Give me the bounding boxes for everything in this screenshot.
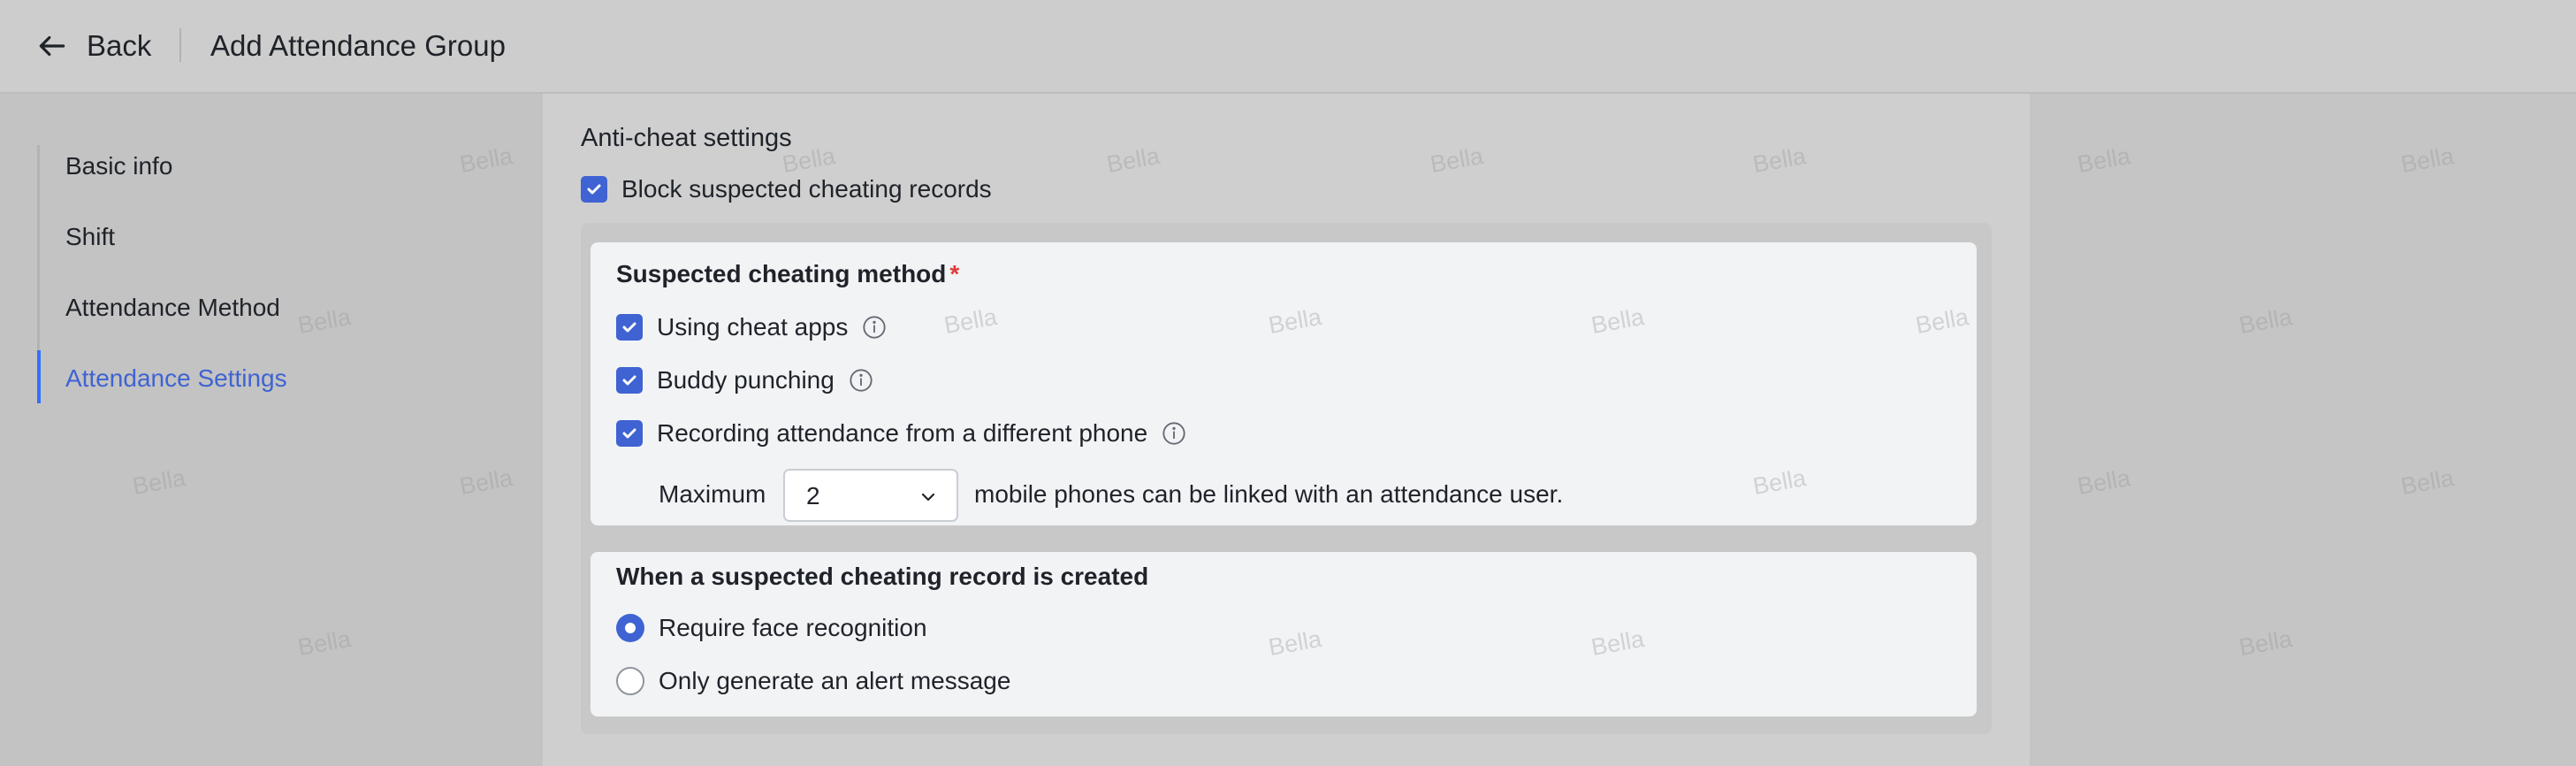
- block-cheating-checkbox[interactable]: [581, 176, 607, 203]
- check-icon: [622, 375, 636, 386]
- section-title: Anti-cheat settings: [581, 124, 792, 152]
- info-icon[interactable]: [849, 368, 873, 393]
- cheating-action-title: When a suspected cheating record is crea…: [616, 563, 1149, 590]
- max-phones-select[interactable]: 2: [783, 469, 958, 522]
- block-cheating-checkbox-row[interactable]: Block suspected cheating records: [581, 175, 992, 203]
- page-title: Add Attendance Group: [210, 29, 506, 62]
- header-divider: [179, 28, 181, 62]
- back-button[interactable]: Back: [35, 25, 151, 67]
- option-face-recognition[interactable]: Require face recognition: [616, 614, 927, 642]
- right-panel: [2030, 94, 2576, 766]
- chevron-down-icon: [921, 493, 935, 502]
- nav-active-indicator: [37, 350, 41, 403]
- nav-item-shift[interactable]: Shift: [65, 223, 115, 251]
- cheat-apps-label: Using cheat apps: [657, 313, 849, 341]
- top-bar: Back Add Attendance Group: [0, 0, 2576, 94]
- different-phone-label: Recording attendance from a different ph…: [657, 419, 1148, 447]
- info-icon[interactable]: [1162, 421, 1186, 446]
- cheating-method-title: Suspected cheating method *: [616, 260, 959, 288]
- max-phones-value: 2: [806, 482, 820, 509]
- buddy-punching-checkbox[interactable]: [616, 367, 643, 394]
- buddy-punching-label: Buddy punching: [657, 366, 835, 394]
- check-icon: [587, 184, 601, 195]
- maximum-label-text: Maximum: [659, 480, 766, 508]
- maximum-label: Maximum: [659, 480, 766, 509]
- different-phone-checkbox[interactable]: [616, 420, 643, 447]
- side-nav: Basic info Shift Attendance Method Atten…: [0, 94, 543, 766]
- maximum-suffix-text: mobile phones can be linked with an atte…: [974, 480, 1564, 508]
- nav-item-attendance-method[interactable]: Attendance Method: [65, 294, 280, 322]
- face-recognition-label: Require face recognition: [659, 614, 927, 641]
- alert-message-radio[interactable]: [616, 667, 644, 695]
- maximum-suffix: mobile phones can be linked with an atte…: [974, 480, 1563, 509]
- face-recognition-radio[interactable]: [616, 614, 644, 642]
- cheating-method-title-text: Suspected cheating method: [616, 260, 947, 287]
- alert-message-label: Only generate an alert message: [659, 667, 1011, 694]
- nav-item-basic-info[interactable]: Basic info: [65, 152, 172, 180]
- option-alert-message[interactable]: Only generate an alert message: [616, 667, 1010, 695]
- check-icon: [622, 428, 636, 439]
- back-label: Back: [87, 29, 152, 62]
- option-buddy-punching[interactable]: Buddy punching: [616, 366, 873, 394]
- info-icon[interactable]: [862, 315, 887, 340]
- option-different-phone[interactable]: Recording attendance from a different ph…: [616, 419, 1186, 448]
- option-cheat-apps[interactable]: Using cheat apps: [616, 313, 887, 341]
- nav-item-attendance-settings[interactable]: Attendance Settings: [65, 364, 287, 393]
- check-icon: [622, 322, 636, 333]
- required-mark: *: [949, 260, 960, 287]
- arrow-left-icon: [39, 35, 65, 57]
- block-cheating-label: Block suspected cheating records: [621, 175, 992, 203]
- cheat-apps-checkbox[interactable]: [616, 314, 643, 341]
